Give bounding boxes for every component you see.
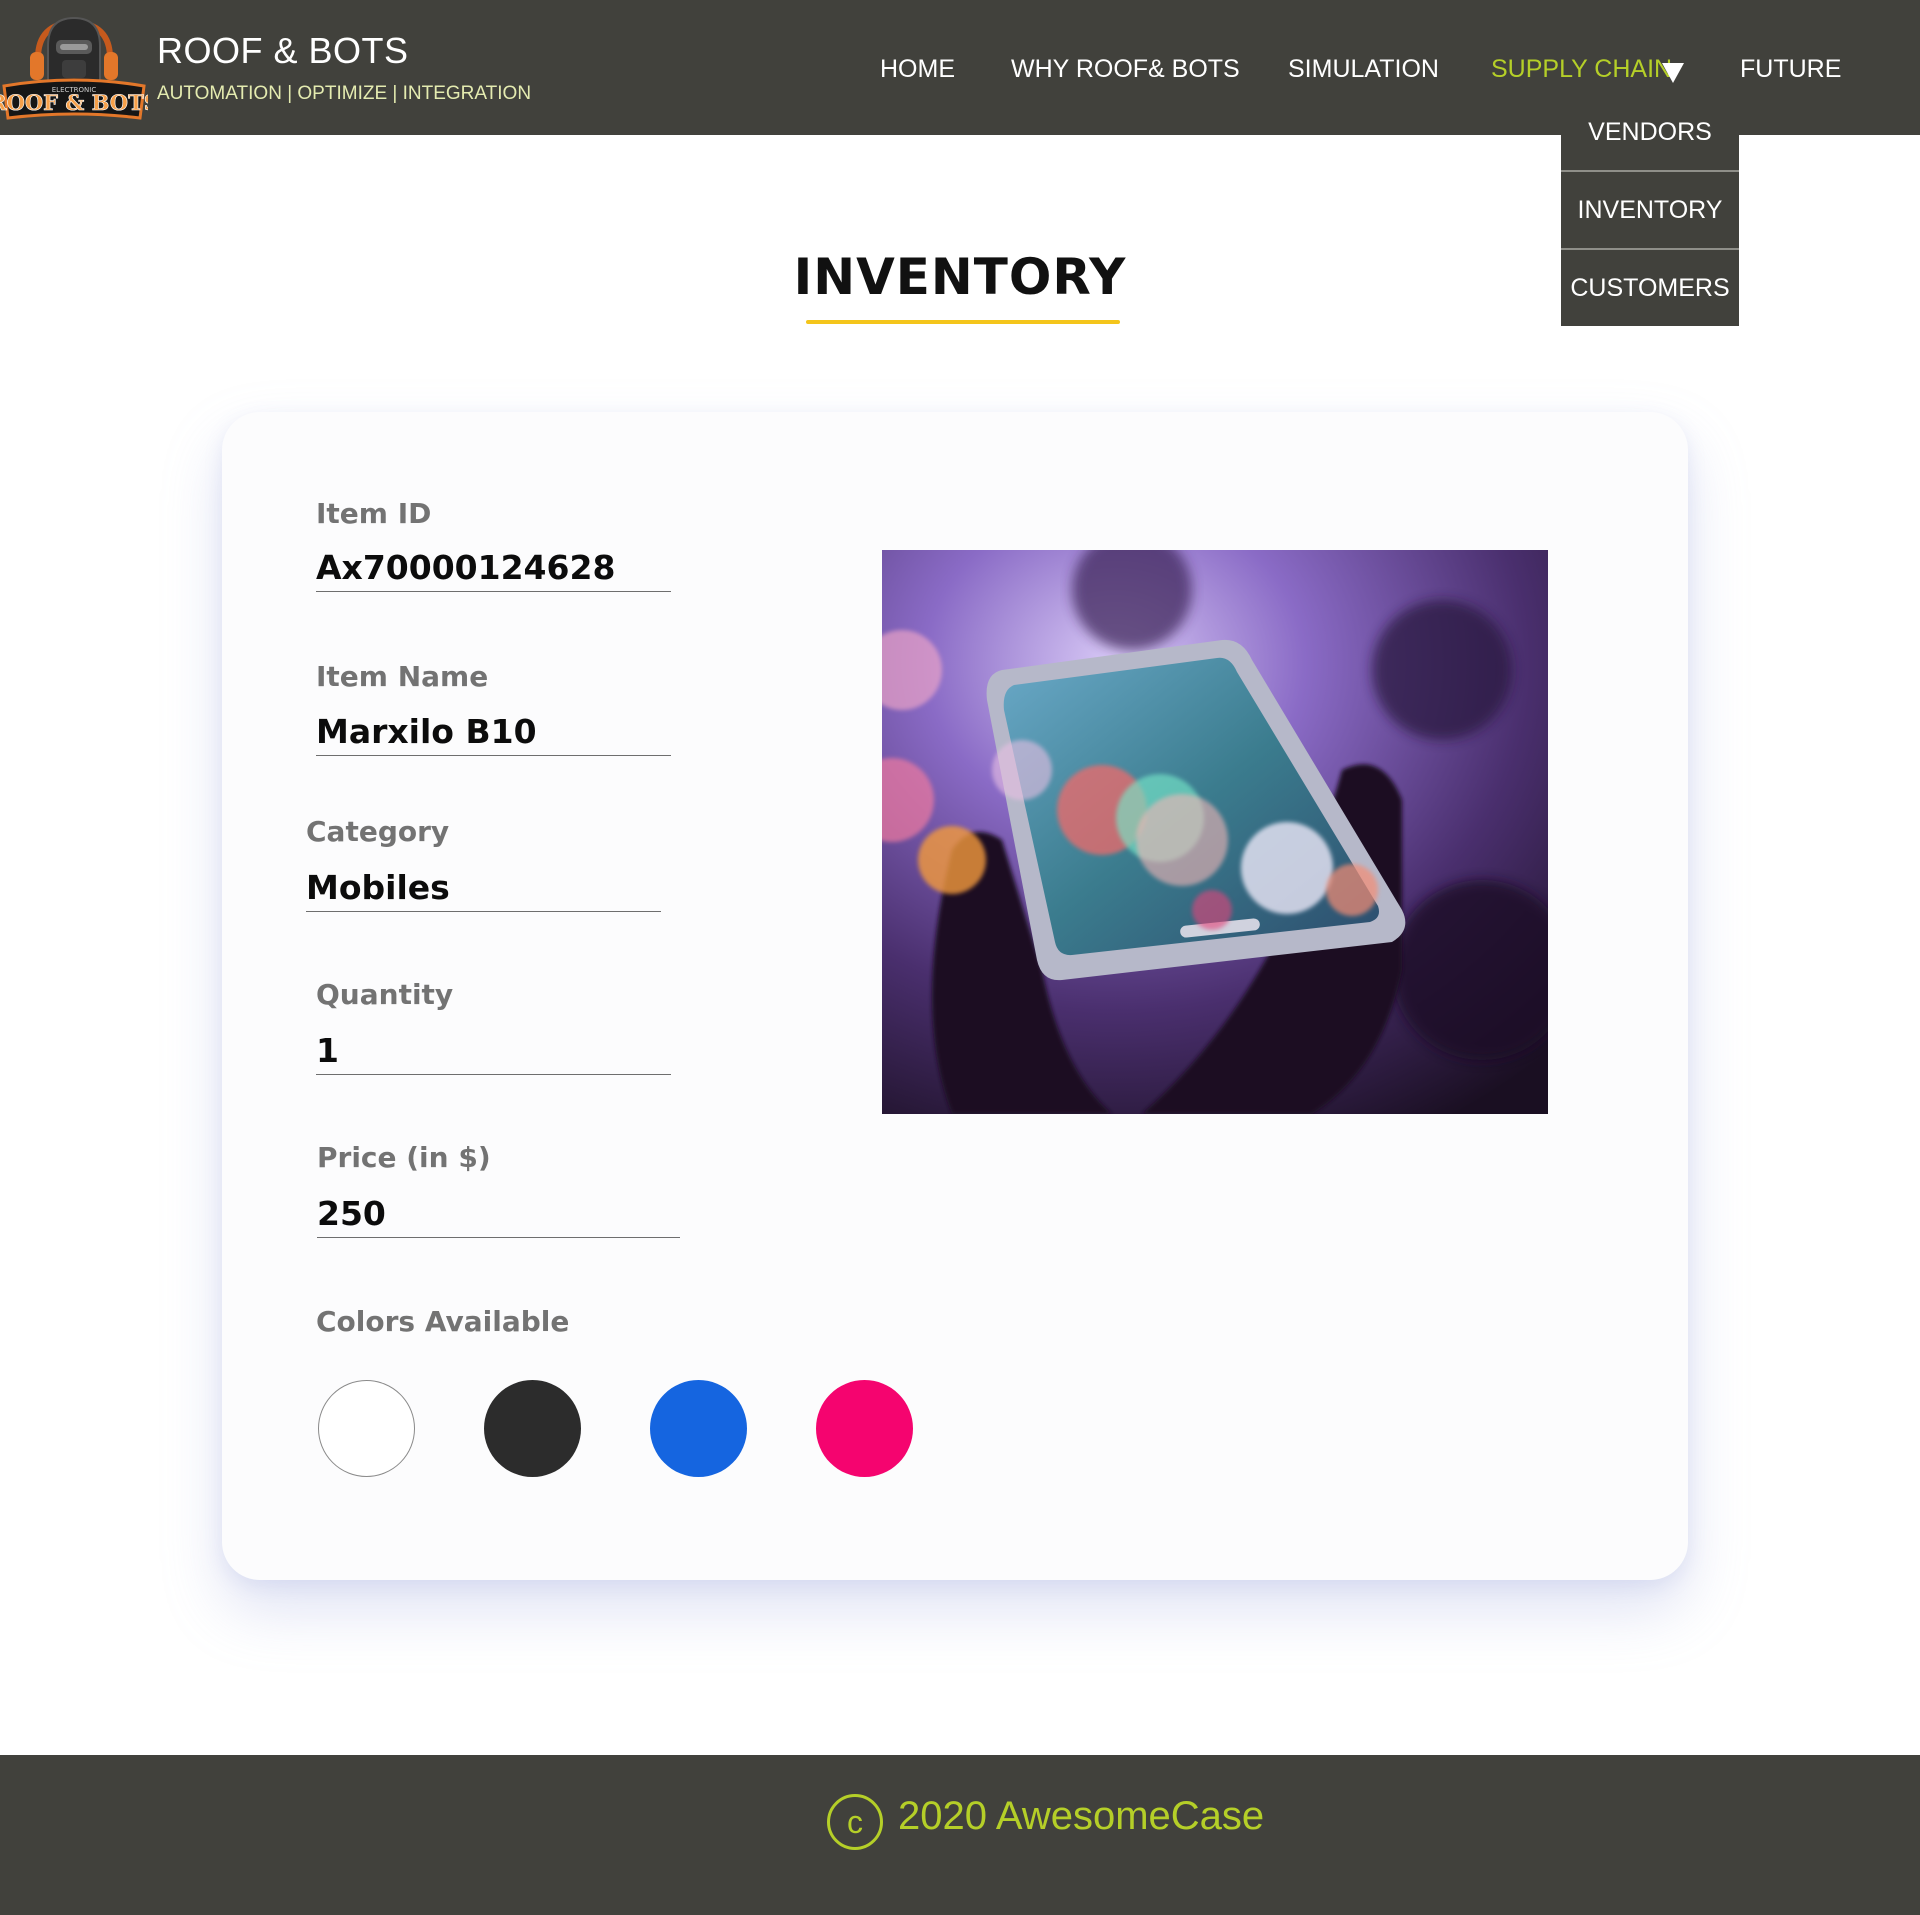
nav-future[interactable]: FUTURE xyxy=(1740,55,1841,84)
quantity-label: Quantity xyxy=(316,978,454,1011)
logo-text: ROOF & BOTS xyxy=(0,90,148,115)
roof-and-bots-logo[interactable]: ELECTRONIC ROOF & BOTS xyxy=(0,6,148,124)
quantity-field[interactable]: 1 xyxy=(316,1031,671,1075)
category-field[interactable]: Mobiles xyxy=(306,868,661,912)
price-field[interactable]: 250 xyxy=(317,1194,680,1238)
price-label: Price (in $) xyxy=(317,1141,491,1174)
nav-simulation[interactable]: SIMULATION xyxy=(1288,55,1439,84)
color-swatch-black[interactable] xyxy=(484,1380,581,1477)
brand-tagline: AUTOMATION | OPTIMIZE | INTEGRATION xyxy=(157,83,532,104)
item-name-label: Item Name xyxy=(316,660,489,693)
dropdown-item-customers[interactable]: CUSTOMERS xyxy=(1561,248,1739,326)
product-image xyxy=(882,550,1548,1114)
nav-why-roof-and-bots[interactable]: WHY ROOF& BOTS xyxy=(1011,55,1240,84)
colors-available-label: Colors Available xyxy=(316,1305,570,1338)
category-label: Category xyxy=(306,815,450,848)
color-swatch-white[interactable] xyxy=(318,1380,415,1477)
item-id-label: Item ID xyxy=(316,497,432,530)
color-swatch-pink[interactable] xyxy=(816,1380,913,1477)
nav-home[interactable]: HOME xyxy=(880,55,955,84)
title-underline xyxy=(806,320,1120,324)
chevron-down-icon[interactable] xyxy=(1662,63,1684,83)
dropdown-item-vendors[interactable]: VENDORS xyxy=(1561,94,1739,170)
copyright-icon: c xyxy=(827,1794,883,1850)
brand-title[interactable]: ROOF & BOTS xyxy=(157,30,409,72)
supply-chain-dropdown: VENDORS INVENTORY CUSTOMERS xyxy=(1561,94,1739,326)
nav-supply-chain[interactable]: SUPPLY CHAIN xyxy=(1491,55,1672,84)
item-name-field[interactable]: Marxilo B10 xyxy=(316,712,671,756)
color-swatch-blue[interactable] xyxy=(650,1380,747,1477)
footer-copyright-text: 2020 AwesomeCase xyxy=(898,1794,1265,1838)
dropdown-item-inventory[interactable]: INVENTORY xyxy=(1561,170,1739,248)
item-id-field[interactable]: Ax70000124628 xyxy=(316,548,671,592)
